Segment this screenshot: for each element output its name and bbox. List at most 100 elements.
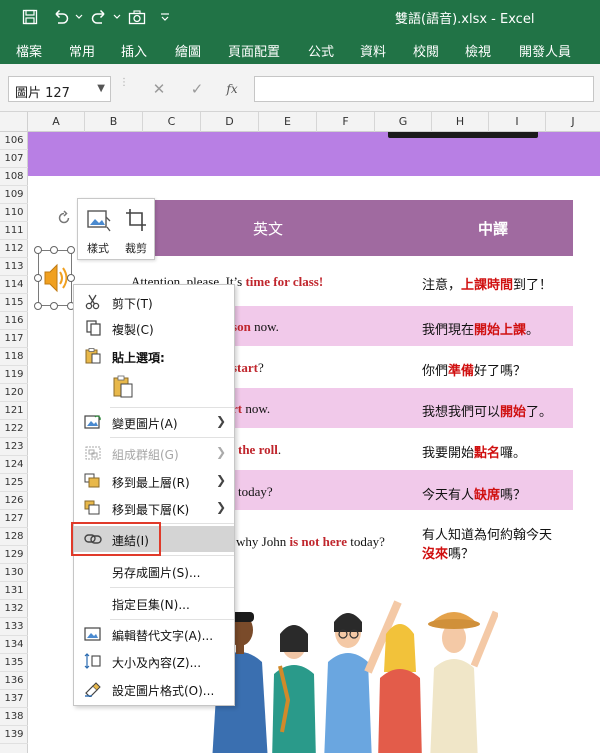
row-header[interactable]: 108 bbox=[0, 168, 28, 186]
rotate-handle-icon[interactable] bbox=[56, 210, 72, 226]
save-icon[interactable] bbox=[18, 0, 42, 34]
resize-handle[interactable] bbox=[34, 246, 42, 254]
chinese-highlight: 上課時間 bbox=[461, 278, 514, 293]
row-header[interactable]: 132 bbox=[0, 600, 28, 618]
change-picture-icon bbox=[84, 415, 101, 429]
select-all-corner[interactable] bbox=[0, 112, 28, 132]
row-header[interactable]: 136 bbox=[0, 672, 28, 690]
menu-item-save-as-picture[interactable]: 另存成圖片(S)... bbox=[74, 558, 234, 584]
enter-icon[interactable]: ✓ bbox=[186, 78, 208, 100]
row-header[interactable]: 121 bbox=[0, 402, 28, 420]
resize-handle[interactable] bbox=[34, 274, 42, 282]
row-header[interactable]: 130 bbox=[0, 564, 28, 582]
row-header[interactable]: 110 bbox=[0, 204, 28, 222]
column-header-g[interactable]: G bbox=[375, 112, 432, 132]
row-header[interactable]: 131 bbox=[0, 582, 28, 600]
english-highlight: is not here bbox=[289, 534, 347, 549]
menu-item-assign-macro[interactable]: 指定巨集(N)... bbox=[74, 590, 234, 616]
tab-page-layout[interactable]: 頁面配置 bbox=[228, 41, 280, 60]
menu-item-format-picture[interactable]: 設定圖片格式(O)... bbox=[74, 676, 234, 702]
tab-insert[interactable]: 插入 bbox=[121, 41, 147, 60]
row-header[interactable]: 139 bbox=[0, 726, 28, 744]
column-header-e[interactable]: E bbox=[259, 112, 317, 132]
tab-review[interactable]: 校閱 bbox=[413, 41, 439, 60]
column-header-f[interactable]: F bbox=[317, 112, 375, 132]
tab-draw[interactable]: 繪圖 bbox=[175, 41, 201, 60]
column-header-j[interactable]: J bbox=[546, 112, 600, 132]
resize-handle[interactable] bbox=[67, 246, 75, 254]
tab-data[interactable]: 資料 bbox=[360, 41, 386, 60]
resize-handle[interactable] bbox=[67, 274, 75, 282]
column-header-h[interactable]: H bbox=[432, 112, 489, 132]
column-header-c[interactable]: C bbox=[143, 112, 201, 132]
chinese-text: 我要開始 bbox=[422, 446, 475, 461]
row-header[interactable]: 106 bbox=[0, 132, 28, 150]
row-header[interactable]: 124 bbox=[0, 456, 28, 474]
row-header[interactable]: 129 bbox=[0, 546, 28, 564]
redo-dropdown-icon[interactable] bbox=[111, 0, 123, 34]
menu-label: 組成群組(G) bbox=[112, 448, 179, 462]
crop-label: 裁剪 bbox=[125, 242, 147, 255]
row-header[interactable]: 113 bbox=[0, 258, 28, 276]
tab-home[interactable]: 常用 bbox=[69, 41, 95, 60]
chinese-line: 我要開始點名囉。 bbox=[422, 442, 526, 461]
tab-view[interactable]: 檢視 bbox=[465, 41, 491, 60]
row-header[interactable]: 111 bbox=[0, 222, 28, 240]
style-button[interactable]: 樣式 bbox=[80, 205, 116, 255]
paste-picture-button[interactable] bbox=[112, 375, 136, 401]
tab-formulas[interactable]: 公式 bbox=[308, 41, 334, 60]
row-header[interactable]: 118 bbox=[0, 348, 28, 366]
row-header[interactable]: 125 bbox=[0, 474, 28, 492]
row-header[interactable]: 127 bbox=[0, 510, 28, 528]
formula-input[interactable] bbox=[254, 76, 594, 102]
row-header[interactable]: 107 bbox=[0, 150, 28, 168]
column-header-a[interactable]: A bbox=[28, 112, 85, 132]
column-header-i[interactable]: I bbox=[489, 112, 546, 132]
menu-item-cut[interactable]: 剪下(T) bbox=[74, 289, 234, 315]
insert-function-icon[interactable]: fx bbox=[221, 78, 243, 100]
row-header[interactable]: 116 bbox=[0, 312, 28, 330]
row-header[interactable]: 123 bbox=[0, 438, 28, 456]
row-header[interactable]: 138 bbox=[0, 708, 28, 726]
tab-file[interactable]: 檔案 bbox=[16, 41, 42, 60]
menu-item-send-to-back[interactable]: 移到最下層(K) ❯ bbox=[74, 495, 234, 521]
column-header-d[interactable]: D bbox=[201, 112, 259, 132]
undo-icon[interactable] bbox=[50, 0, 72, 34]
menu-item-bring-to-front[interactable]: 移到最上層(R) ❯ bbox=[74, 468, 234, 494]
row-header[interactable]: 112 bbox=[0, 240, 28, 258]
name-box[interactable]: 圖片 127 ▼ bbox=[8, 76, 111, 102]
redo-icon[interactable] bbox=[88, 0, 110, 34]
column-header-b[interactable]: B bbox=[85, 112, 143, 132]
grip-icon[interactable]: ⋮ bbox=[119, 78, 129, 88]
banner-title-fragment bbox=[388, 132, 538, 138]
resize-handle[interactable] bbox=[50, 246, 58, 254]
row-header[interactable]: 119 bbox=[0, 366, 28, 384]
camera-icon[interactable] bbox=[126, 0, 148, 34]
menu-item-group[interactable]: 組成群組(G) ❯ bbox=[74, 440, 234, 466]
undo-dropdown-icon[interactable] bbox=[73, 0, 85, 34]
row-header[interactable]: 117 bbox=[0, 330, 28, 348]
menu-item-edit-alt-text[interactable]: 編輯替代文字(A)... bbox=[74, 621, 234, 647]
row-header[interactable]: 135 bbox=[0, 654, 28, 672]
tab-developer[interactable]: 開發人員 bbox=[519, 41, 571, 60]
row-header[interactable]: 114 bbox=[0, 276, 28, 294]
menu-item-copy[interactable]: 複製(C) bbox=[74, 315, 234, 341]
row-header[interactable]: 133 bbox=[0, 618, 28, 636]
customize-toolbar-icon[interactable] bbox=[158, 0, 172, 34]
row-header[interactable]: 128 bbox=[0, 528, 28, 546]
row-header[interactable]: 109 bbox=[0, 186, 28, 204]
row-header[interactable]: 115 bbox=[0, 294, 28, 312]
row-header[interactable]: 134 bbox=[0, 636, 28, 654]
menu-item-size-properties[interactable]: 大小及內容(Z)... bbox=[74, 648, 234, 674]
row-header[interactable]: 122 bbox=[0, 420, 28, 438]
menu-item-change-picture[interactable]: 變更圖片(A) ❯ bbox=[74, 409, 234, 435]
resize-handle[interactable] bbox=[34, 302, 42, 310]
row-header[interactable]: 126 bbox=[0, 492, 28, 510]
row-header[interactable]: 137 bbox=[0, 690, 28, 708]
row-header[interactable]: 120 bbox=[0, 384, 28, 402]
resize-handle[interactable] bbox=[50, 302, 58, 310]
cancel-icon[interactable]: ✕ bbox=[148, 78, 170, 100]
menu-label: 移到最上層(R) bbox=[112, 476, 190, 490]
crop-button[interactable]: 裁剪 bbox=[118, 205, 154, 255]
chevron-down-icon[interactable]: ▼ bbox=[97, 83, 105, 94]
